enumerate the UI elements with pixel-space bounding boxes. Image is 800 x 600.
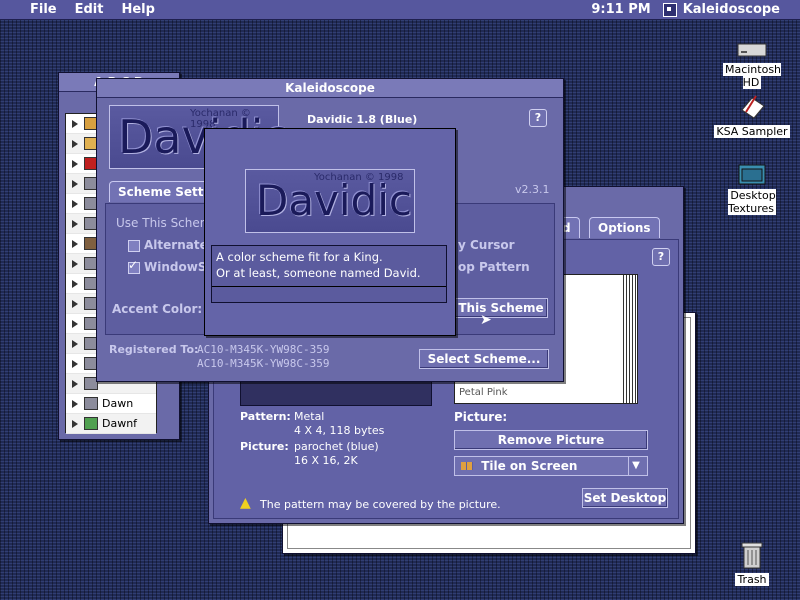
trash-icon — [741, 542, 763, 569]
disclosure-triangle-icon[interactable] — [72, 319, 78, 328]
disclosure-triangle-icon[interactable] — [72, 219, 78, 228]
tile-icon — [461, 462, 473, 470]
mouse-cursor-icon: ➤ — [480, 312, 492, 328]
chevron-down-icon: ▼ — [628, 457, 643, 475]
application-menu-icon[interactable] — [662, 2, 677, 17]
disclosure-triangle-icon[interactable] — [72, 159, 78, 168]
alternate-label: Alternate — [144, 238, 208, 252]
list-item-label: Dawn — [102, 397, 134, 410]
list-scrollbar[interactable] — [623, 275, 637, 403]
document-icon — [741, 95, 765, 119]
disclosure-triangle-icon[interactable] — [72, 199, 78, 208]
desktop-icon-desktop-textures[interactable]: Desktop Textures — [706, 162, 798, 215]
hard-drive-icon — [737, 43, 767, 57]
desktop-icon-label: Desktop Textures — [728, 189, 776, 215]
tile-option-label: Tile on Screen — [481, 459, 578, 473]
version-label: v2.3.1 — [515, 183, 550, 196]
help-icon[interactable]: ? — [652, 248, 670, 266]
registration-line-1: AC10-M345K-YW98C-359 — [197, 343, 330, 356]
desktop-icon-trash[interactable]: Trash — [722, 540, 782, 586]
registration-line-2: AC10-M345K-YW98C-359 — [197, 357, 330, 370]
menu-edit[interactable]: Edit — [75, 2, 104, 17]
tile-popup[interactable]: Tile on Screen ▼ — [454, 456, 648, 476]
list-item-label: Dawnf — [102, 417, 138, 430]
pattern-option-label: op Pattern — [458, 260, 530, 274]
about-divider — [212, 286, 446, 287]
help-icon[interactable]: ? — [529, 109, 547, 127]
remove-picture-button[interactable]: Remove Picture — [454, 430, 648, 450]
menu-bar: File Edit Help 9:11 PM Kaleidoscope — [0, 0, 800, 20]
logo-text: Davidic — [256, 176, 413, 225]
alternate-checkbox[interactable] — [128, 240, 140, 252]
pattern-label: Pattern: — [240, 410, 291, 423]
desktop-icon-label: Macintosh HD — [722, 63, 782, 89]
desktop-icon-macintosh-hd[interactable]: Macintosh HD — [712, 40, 792, 89]
folder-icon — [84, 397, 98, 410]
about-popup[interactable]: Yochanan © 1998 Davidic A color scheme f… — [204, 128, 456, 336]
list-item-dawn[interactable]: Dawn — [66, 394, 156, 414]
disclosure-triangle-icon[interactable] — [72, 279, 78, 288]
kaleidoscope-title[interactable]: Kaleidoscope — [97, 79, 563, 98]
disclosure-triangle-icon[interactable] — [72, 299, 78, 308]
about-line-1: A color scheme fit for a King. — [216, 250, 383, 264]
disclosure-triangle-icon[interactable] — [72, 379, 78, 388]
disclosure-triangle-icon[interactable] — [72, 419, 78, 428]
disclosure-triangle-icon[interactable] — [72, 119, 78, 128]
select-scheme-button[interactable]: Select Scheme... — [419, 349, 549, 369]
desktop-icon-ksa-sampler[interactable]: KSA Sampler — [712, 92, 792, 138]
set-desktop-button[interactable]: Set Desktop — [582, 488, 668, 508]
disclosure-triangle-icon[interactable] — [72, 399, 78, 408]
pattern-preview — [240, 380, 432, 406]
application-menu-name[interactable]: Kaleidoscope — [683, 2, 780, 17]
picture-name: parochet (blue) — [294, 440, 379, 453]
picture-info-label: Picture: — [240, 440, 289, 453]
folder-icon — [84, 417, 98, 430]
pattern-name: Metal — [294, 410, 325, 423]
accent-color-label: Accent Color: — [112, 302, 203, 316]
warning-icon: ▲ — [240, 495, 251, 511]
desktop-icon-label: Trash — [735, 573, 769, 586]
picture-label: Picture: — [454, 410, 508, 424]
pattern-list-selected[interactable]: Petal Pink — [459, 387, 508, 398]
warning-text: The pattern may be covered by the pictur… — [260, 498, 501, 511]
davidic-logo-small: Yochanan © 1998 Davidic — [245, 169, 415, 233]
menu-file[interactable]: File — [30, 2, 57, 17]
disclosure-triangle-icon[interactable] — [72, 239, 78, 248]
disclosure-triangle-icon[interactable] — [72, 179, 78, 188]
tab-options[interactable]: Options — [589, 217, 660, 238]
disclosure-triangle-icon[interactable] — [72, 339, 78, 348]
cursor-option-label: y Cursor — [458, 238, 515, 252]
checkmark-icon: ✓ — [128, 258, 139, 272]
about-text-box: A color scheme fit for a King. Or at lea… — [211, 245, 447, 303]
desktop-icon-label: KSA Sampler — [714, 125, 790, 138]
disclosure-triangle-icon[interactable] — [72, 359, 78, 368]
registered-to-label: Registered To: — [109, 343, 199, 356]
list-item-dawnf[interactable]: Dawnf — [66, 414, 156, 434]
menu-help[interactable]: Help — [121, 2, 154, 17]
menubar-clock[interactable]: 9:11 PM — [591, 2, 650, 17]
folder-icon — [738, 164, 766, 185]
disclosure-triangle-icon[interactable] — [72, 139, 78, 148]
disclosure-triangle-icon[interactable] — [72, 259, 78, 268]
picture-size: 16 X 16, 2K — [294, 454, 358, 467]
pattern-size: 4 X 4, 118 bytes — [294, 424, 385, 437]
about-line-2: Or at least, someone named David. — [216, 266, 421, 280]
scheme-name: Davidic 1.8 (Blue) — [307, 113, 418, 126]
use-this-scheme-button[interactable]: This Scheme — [454, 298, 548, 318]
